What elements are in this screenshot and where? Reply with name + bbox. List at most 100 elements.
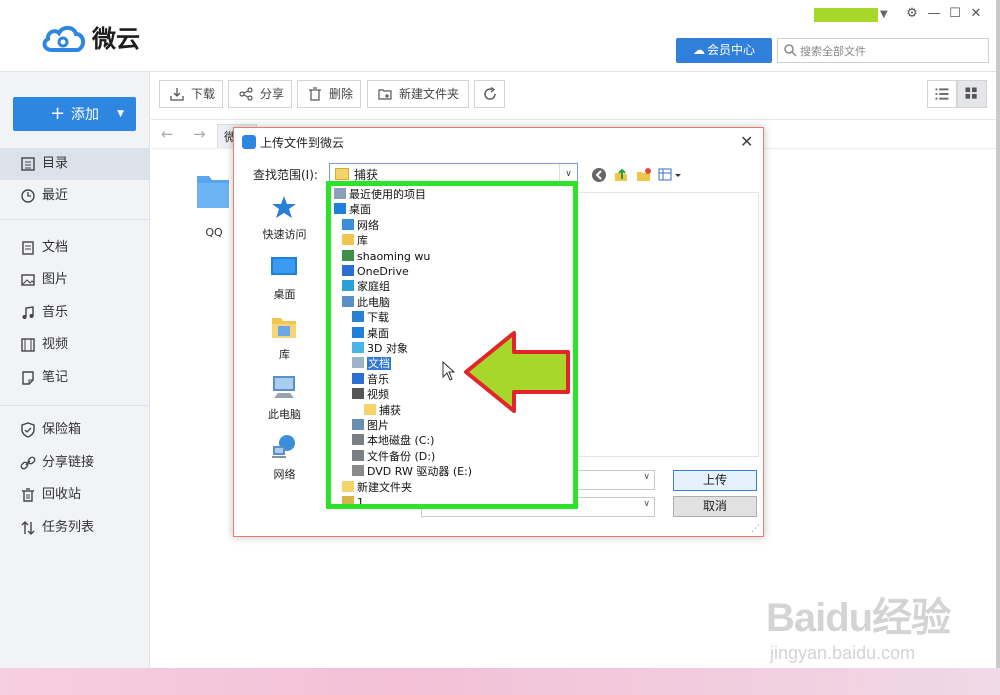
dropdown-item[interactable]: 音乐 (352, 372, 389, 387)
sidebar-item-label: 任务列表 (42, 520, 95, 535)
dropdown-item[interactable]: 新建文件夹 (342, 480, 412, 495)
dropdown-item[interactable]: DVD RW 驱动器 (E:) (352, 464, 472, 479)
vip-center-button[interactable]: ☁ 会员中心 (676, 38, 772, 63)
refresh-button[interactable] (474, 80, 505, 108)
place-desktop[interactable]: 桌面 (242, 252, 327, 308)
dropdown-item[interactable]: 捕获 (364, 403, 401, 418)
folder-item[interactable]: QQ (196, 174, 232, 244)
new-folder-icon (378, 89, 392, 100)
sidebar-item-label: 笔记 (42, 370, 69, 385)
clock-icon (21, 189, 35, 203)
dropdown-item[interactable]: OneDrive (342, 264, 409, 279)
dropdown-item-label: 本地磁盘 (C:) (367, 434, 435, 448)
dropdown-item-label: 捕获 (379, 403, 401, 417)
dropdown-item[interactable]: shaoming wu (342, 249, 430, 264)
search-input[interactable] (800, 41, 985, 61)
sidebar-item-notes[interactable]: 笔记 (0, 362, 150, 394)
forward-arrow-icon[interactable]: → (193, 125, 206, 143)
folder-icon (197, 176, 229, 208)
dropdown-item[interactable]: 图片 (352, 418, 389, 433)
back-icon[interactable] (591, 167, 607, 183)
dropdown-item[interactable]: 最近使用的项目 (334, 187, 426, 202)
sidebar-item-images[interactable]: 图片 (0, 264, 150, 296)
place-library[interactable]: 库 (242, 312, 327, 368)
dropdown-item[interactable]: 文档 (352, 356, 391, 371)
dropdown-item[interactable]: 文件备份 (D:) (352, 449, 435, 464)
cancel-button[interactable]: 取消 (673, 496, 757, 517)
sidebar-item-safe[interactable]: 保险箱 (0, 414, 150, 446)
up-folder-icon[interactable] (613, 167, 629, 183)
upload-button[interactable]: 上传 (673, 470, 757, 491)
dropdown-item[interactable]: 下载 (352, 310, 389, 325)
dropdown-item[interactable]: 本地磁盘 (C:) (352, 433, 434, 448)
add-button[interactable]: + 添加 ▼ (13, 97, 136, 131)
gear-icon[interactable]: ⚙ (903, 5, 921, 23)
sidebar-item-recent[interactable]: 最近 (0, 180, 150, 212)
account-dropdown-icon[interactable]: ▼ (880, 8, 888, 22)
dropdown-item[interactable]: 网络 (342, 218, 379, 233)
add-button-label: 添加 (71, 107, 100, 123)
place-this-pc[interactable]: 此电脑 (242, 372, 327, 428)
sidebar-item-label: 最近 (42, 188, 69, 203)
new-folder-icon[interactable] (636, 167, 652, 183)
library-icon (342, 234, 354, 246)
safe-icon (21, 422, 35, 438)
task-list-icon (21, 521, 35, 535)
sidebar-item-documents[interactable]: 文档 (0, 232, 150, 264)
new-folder-label: 新建文件夹 (399, 87, 460, 101)
download-button[interactable]: 下载 (159, 80, 223, 108)
place-label: 此电脑 (268, 408, 301, 421)
dropdown-item[interactable]: 库 (342, 233, 368, 248)
dropdown-item[interactable]: 家庭组 (342, 279, 390, 294)
download-label: 下载 (191, 87, 216, 101)
chevron-down-icon[interactable]: ∨ (559, 164, 577, 184)
sidebar-item-catalog[interactable]: 目录 (0, 148, 150, 180)
sidebar-item-share-links[interactable]: 分享链接 (0, 447, 150, 479)
maximize-icon[interactable]: ☐ (946, 5, 964, 23)
close-icon[interactable]: ✕ (740, 130, 753, 154)
mouse-cursor-icon (442, 361, 456, 381)
video-icon (352, 388, 364, 400)
watermark-logo: Baidu经验 (766, 596, 951, 640)
chevron-down-icon[interactable]: ∨ (643, 499, 650, 509)
view-menu-icon[interactable] (658, 167, 684, 183)
desktop-icon (271, 257, 297, 275)
desktop-icon (334, 203, 346, 215)
dropdown-item-label: 下载 (367, 311, 389, 325)
grid-view-button[interactable] (957, 80, 987, 108)
minimize-icon[interactable]: — (925, 5, 943, 23)
onedrive-icon (342, 265, 354, 276)
place-quick-access[interactable]: 快速访问 (242, 192, 327, 248)
sidebar-item-music[interactable]: 音乐 (0, 297, 150, 329)
share-button[interactable]: 分享 (228, 80, 292, 108)
user-account-name[interactable] (814, 8, 878, 22)
sidebar-item-recycle-bin[interactable]: 回收站 (0, 479, 150, 511)
sidebar-item-task-list[interactable]: 任务列表 (0, 512, 150, 544)
app-name: 微云 (92, 25, 140, 53)
dropdown-item-label: DVD RW 驱动器 (E:) (367, 465, 473, 479)
sidebar-item-videos[interactable]: 视频 (0, 329, 150, 361)
resize-grip-icon[interactable]: ⋰ (751, 524, 760, 534)
delete-button[interactable]: 删除 (297, 80, 361, 108)
video-icon (21, 338, 35, 352)
dropdown-item[interactable]: 此电脑 (342, 295, 390, 310)
dropdown-item[interactable]: 桌面 (334, 202, 371, 217)
dropdown-item-label: 最近使用的项目 (349, 188, 426, 201)
new-folder-button[interactable]: 新建文件夹 (367, 80, 469, 108)
desktop-icon (352, 326, 364, 338)
computer-icon (273, 376, 295, 398)
dropdown-item[interactable]: 视频 (352, 387, 389, 402)
search-box[interactable] (777, 38, 989, 63)
dropdown-item[interactable]: 桌面 (352, 326, 389, 341)
dropdown-item[interactable]: 1 (342, 495, 364, 510)
dropdown-item-label: 网络 (357, 218, 379, 232)
dropdown-item-label: 文档 (367, 357, 391, 371)
place-network[interactable]: 网络 (242, 432, 327, 488)
chevron-down-icon[interactable]: ∨ (643, 472, 650, 482)
dropdown-item-label: 桌面 (349, 203, 371, 217)
dropdown-item[interactable]: 3D 对象 (352, 341, 408, 356)
note-icon (22, 371, 34, 385)
back-arrow-icon[interactable]: ← (161, 125, 174, 143)
close-icon[interactable]: ✕ (967, 5, 985, 23)
list-view-button[interactable] (927, 80, 957, 108)
